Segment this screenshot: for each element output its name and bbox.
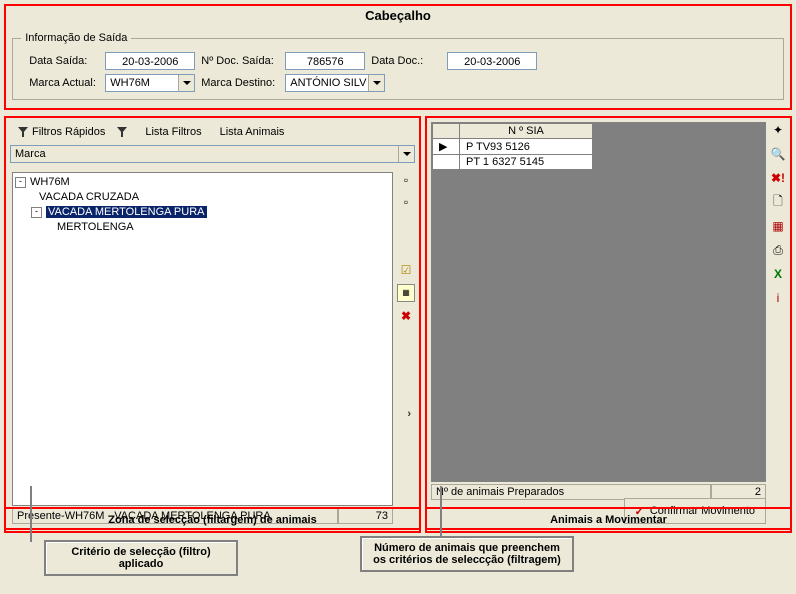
callout-zona-seleccao-box: Zona de selecção (filtargem) de animais	[4, 507, 421, 533]
binoculars-icon[interactable]: 🔍	[770, 146, 786, 162]
input-data-saida[interactable]: 20-03-2006	[105, 52, 195, 70]
input-n-doc-saida[interactable]: 786576	[285, 52, 365, 70]
chevron-down-icon[interactable]	[368, 75, 384, 91]
grid-header-sia[interactable]: N º SIA	[460, 124, 593, 139]
tree-item[interactable]: MERTOLENGA	[57, 221, 134, 233]
grid-area: N º SIA ▶ P TV93 5126 PT 1 6327 5145	[431, 122, 766, 482]
callout-animais-mov-box: Animais a Movimentar	[425, 507, 792, 533]
tab-label: Lista Filtros	[145, 126, 201, 138]
table-row[interactable]: PT 1 6327 5145	[433, 155, 593, 170]
print-icon[interactable]: ⎙	[770, 242, 786, 258]
callout-animais-mov: Animais a Movimentar	[550, 514, 667, 526]
toolbar-btn-small2[interactable]: ▫	[398, 194, 414, 210]
delete-icon[interactable]: ✖	[398, 308, 414, 324]
callout-zona-seleccao: Zona de selecção (filtargem) de animais	[108, 514, 316, 526]
right-animals-panel: N º SIA ▶ P TV93 5126 PT 1 6327 5145 ✦ 🔍…	[425, 116, 792, 530]
tab-label: Filtros Rápidos	[32, 126, 105, 138]
grid-corner	[433, 124, 460, 139]
combo-marca-actual[interactable]: WH76M	[105, 74, 195, 92]
right-toolbar: ✦ 🔍 ✖! 🗋 ▦ ⎙ X i	[769, 122, 787, 306]
left-toolbar: ▫ ▫ ☑ ▦ ✖	[397, 172, 415, 324]
tab-filter-separator	[115, 125, 135, 139]
tab-label: Lista Animais	[220, 126, 285, 138]
tree-item[interactable]: VACADA CRUZADA	[39, 191, 139, 203]
wand-icon[interactable]: ✦	[770, 122, 786, 138]
grid-icon[interactable]: ▦	[770, 218, 786, 234]
tree-collapse-icon[interactable]: -	[15, 177, 26, 188]
left-filter-panel: Filtros Rápidos Lista Filtros Lista Anim…	[4, 116, 421, 530]
chevron-down-icon[interactable]	[398, 146, 414, 162]
tree-view[interactable]: -WH76M VACADA CRUZADA -VACADA MERTOLENGA…	[12, 172, 393, 506]
header-title: Cabeçalho	[6, 8, 790, 23]
tab-lista-filtros[interactable]: Lista Filtros	[137, 124, 209, 140]
tab-lista-animais[interactable]: Lista Animais	[212, 124, 293, 140]
cell-sia[interactable]: PT 1 6327 5145	[460, 155, 593, 170]
tab-filtros-rapidos[interactable]: Filtros Rápidos	[10, 124, 113, 140]
combo-tree-value: Marca	[11, 146, 398, 162]
callout-leader-line	[440, 486, 442, 542]
label-data-doc: Data Doc.:	[371, 55, 441, 67]
header-panel: Cabeçalho Informação de Saída Data Saída…	[4, 4, 792, 110]
new-icon[interactable]: 🗋	[770, 194, 786, 210]
combo-tree-type[interactable]: Marca	[10, 145, 415, 163]
row-marker	[433, 155, 460, 170]
row-marker-icon: ▶	[433, 139, 460, 155]
toolbar-btn-check[interactable]: ☑	[398, 262, 414, 278]
filter-icon	[18, 127, 28, 137]
fieldset-legend: Informação de Saída	[21, 32, 131, 44]
calculator-icon[interactable]: ▦	[397, 284, 415, 302]
label-marca-destino: Marca Destino:	[201, 77, 279, 89]
label-data-saida: Data Saída:	[29, 55, 99, 67]
info-icon[interactable]: i	[770, 290, 786, 306]
tree-root[interactable]: WH76M	[30, 176, 70, 188]
tree-item-selected[interactable]: VACADA MERTOLENGA PURA	[46, 206, 207, 218]
callout-numero: Número de animais que preenchem os crité…	[360, 536, 574, 572]
callout-leader-line	[30, 486, 32, 542]
label-marca-actual: Marca Actual:	[29, 77, 99, 89]
combo-marca-destino-value: ANTÓNIO SILV	[286, 75, 368, 91]
excel-icon[interactable]: X	[770, 266, 786, 282]
filter-icon	[117, 127, 127, 137]
delete-icon[interactable]: ✖!	[770, 170, 786, 186]
cell-sia[interactable]: P TV93 5126	[460, 139, 593, 155]
combo-marca-actual-value: WH76M	[106, 75, 178, 91]
animals-grid[interactable]: N º SIA ▶ P TV93 5126 PT 1 6327 5145	[432, 123, 593, 170]
tab-bar: Filtros Rápidos Lista Filtros Lista Anim…	[10, 122, 415, 142]
input-data-doc[interactable]: 20-03-2006	[447, 52, 537, 70]
label-n-doc-saida: Nº Doc. Saída:	[201, 55, 279, 67]
toolbar-btn-small1[interactable]: ▫	[398, 172, 414, 188]
chevron-down-icon[interactable]	[178, 75, 194, 91]
tree-collapse-icon[interactable]: -	[31, 207, 42, 218]
combo-marca-destino[interactable]: ANTÓNIO SILV	[285, 74, 385, 92]
table-row[interactable]: ▶ P TV93 5126	[433, 139, 593, 155]
callout-criterio: Critério de selecção (filtro) aplicado	[44, 540, 238, 576]
info-saida-fieldset: Informação de Saída Data Saída: 20-03-20…	[12, 32, 784, 100]
expand-right-icon[interactable]: ›	[407, 408, 411, 420]
